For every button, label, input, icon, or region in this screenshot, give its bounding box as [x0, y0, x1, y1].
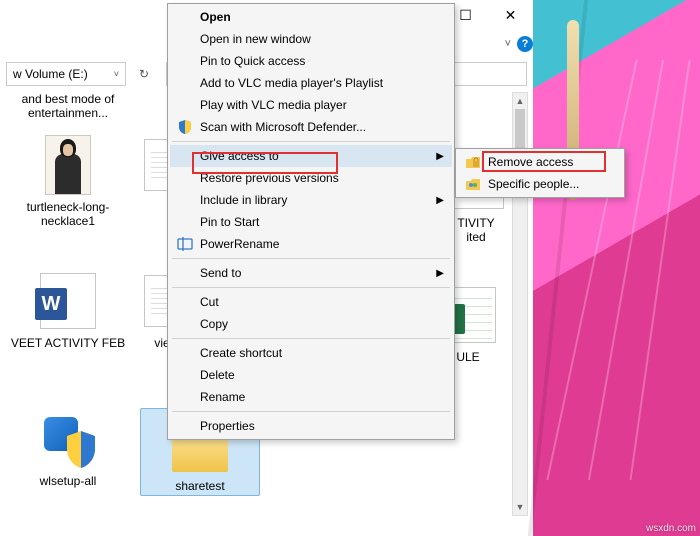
file-label: wlsetup-all — [8, 474, 128, 488]
file-label: sharetest — [143, 479, 257, 493]
submenu-item-remove-access[interactable]: Remove access — [458, 151, 622, 173]
scroll-up-button[interactable]: ▲ — [513, 93, 527, 109]
breadcrumb-text: w Volume (E:) — [13, 67, 88, 81]
menu-item-delete[interactable]: Delete — [170, 364, 452, 386]
people-folder-icon — [464, 175, 482, 193]
menu-item-scan-defender[interactable]: Scan with Microsoft Defender... — [170, 116, 452, 138]
window-controls: ☐ ✕ — [443, 0, 533, 30]
menu-item-play-vlc[interactable]: Play with VLC media player — [170, 94, 452, 116]
scroll-down-button[interactable]: ▼ — [513, 499, 527, 515]
menu-item-open-new-window[interactable]: Open in new window — [170, 28, 452, 50]
menu-item-open[interactable]: Open — [170, 6, 452, 28]
file-item[interactable]: wlsetup-all — [8, 408, 128, 488]
menu-item-pin-to-start[interactable]: Pin to Start — [170, 211, 452, 233]
file-label: turtleneck-long-necklace1 — [8, 200, 128, 229]
file-label: VEET ACTIVITY FEB — [8, 336, 128, 350]
menu-item-restore-previous-versions[interactable]: Restore previous versions — [170, 167, 452, 189]
menu-separator — [172, 258, 450, 259]
menu-item-cut[interactable]: Cut — [170, 291, 452, 313]
refresh-button[interactable]: ↻ — [132, 62, 156, 86]
rename-icon — [176, 235, 194, 253]
menu-separator — [172, 411, 450, 412]
photo-thumbnail-icon — [45, 135, 91, 195]
installer-icon — [40, 411, 96, 467]
menu-item-pin-quick-access[interactable]: Pin to Quick access — [170, 50, 452, 72]
close-button[interactable]: ✕ — [488, 0, 533, 30]
word-document-icon — [40, 273, 96, 329]
desktop-wallpaper — [533, 0, 700, 536]
menu-item-send-to[interactable]: Send to▶ — [170, 262, 452, 284]
menu-separator — [172, 287, 450, 288]
menu-item-give-access-to[interactable]: Give access to▶ — [170, 145, 452, 167]
menu-item-add-vlc-playlist[interactable]: Add to VLC media player's Playlist — [170, 72, 452, 94]
breadcrumb[interactable]: w Volume (E:) ˅ — [6, 62, 126, 86]
menu-separator — [172, 141, 450, 142]
menu-item-properties[interactable]: Properties — [170, 415, 452, 437]
file-label: and best mode of entertainmen... — [8, 92, 128, 121]
ribbon-chevron-icon[interactable]: ˅ — [505, 38, 511, 50]
menu-item-powerrename[interactable]: PowerRename — [170, 233, 452, 255]
file-item[interactable]: and best mode of entertainmen... — [8, 92, 128, 121]
submenu-arrow-icon: ▶ — [436, 151, 444, 162]
submenu-arrow-icon: ▶ — [436, 195, 444, 206]
menu-item-copy[interactable]: Copy — [170, 313, 452, 335]
file-item[interactable]: VEET ACTIVITY FEB — [8, 270, 128, 350]
menu-item-rename[interactable]: Rename — [170, 386, 452, 408]
ribbon-collapse-row: ˅ ? — [505, 34, 533, 54]
menu-separator — [172, 338, 450, 339]
menu-item-create-shortcut[interactable]: Create shortcut — [170, 342, 452, 364]
submenu-arrow-icon: ▶ — [436, 268, 444, 279]
context-submenu: Remove access Specific people... — [455, 148, 625, 198]
shield-icon — [176, 118, 194, 136]
file-item[interactable]: turtleneck-long-necklace1 — [8, 134, 128, 229]
context-menu: Open Open in new window Pin to Quick acc… — [167, 3, 455, 440]
help-icon[interactable]: ? — [517, 36, 533, 52]
breadcrumb-chevron-icon[interactable]: ˅ — [114, 69, 119, 79]
lock-folder-icon — [464, 153, 482, 171]
menu-item-include-in-library[interactable]: Include in library▶ — [170, 189, 452, 211]
submenu-item-specific-people[interactable]: Specific people... — [458, 173, 622, 195]
